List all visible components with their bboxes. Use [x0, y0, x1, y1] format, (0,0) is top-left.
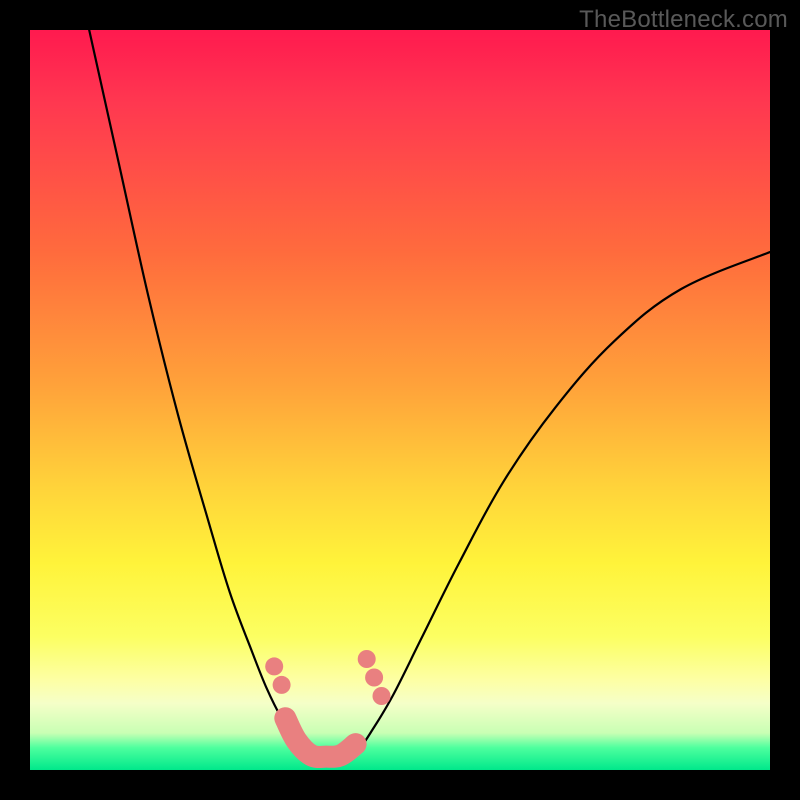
markers-group	[265, 650, 390, 705]
plot-area	[30, 30, 770, 770]
data-marker	[273, 676, 291, 694]
chart-frame: TheBottleneck.com	[0, 0, 800, 800]
curves-svg	[30, 30, 770, 770]
left-curve	[89, 30, 311, 755]
data-marker	[373, 687, 391, 705]
right-curve	[356, 252, 770, 755]
data-marker	[358, 650, 376, 668]
data-marker	[365, 669, 383, 687]
valley-floor-highlight	[285, 718, 355, 757]
data-marker	[265, 657, 283, 675]
